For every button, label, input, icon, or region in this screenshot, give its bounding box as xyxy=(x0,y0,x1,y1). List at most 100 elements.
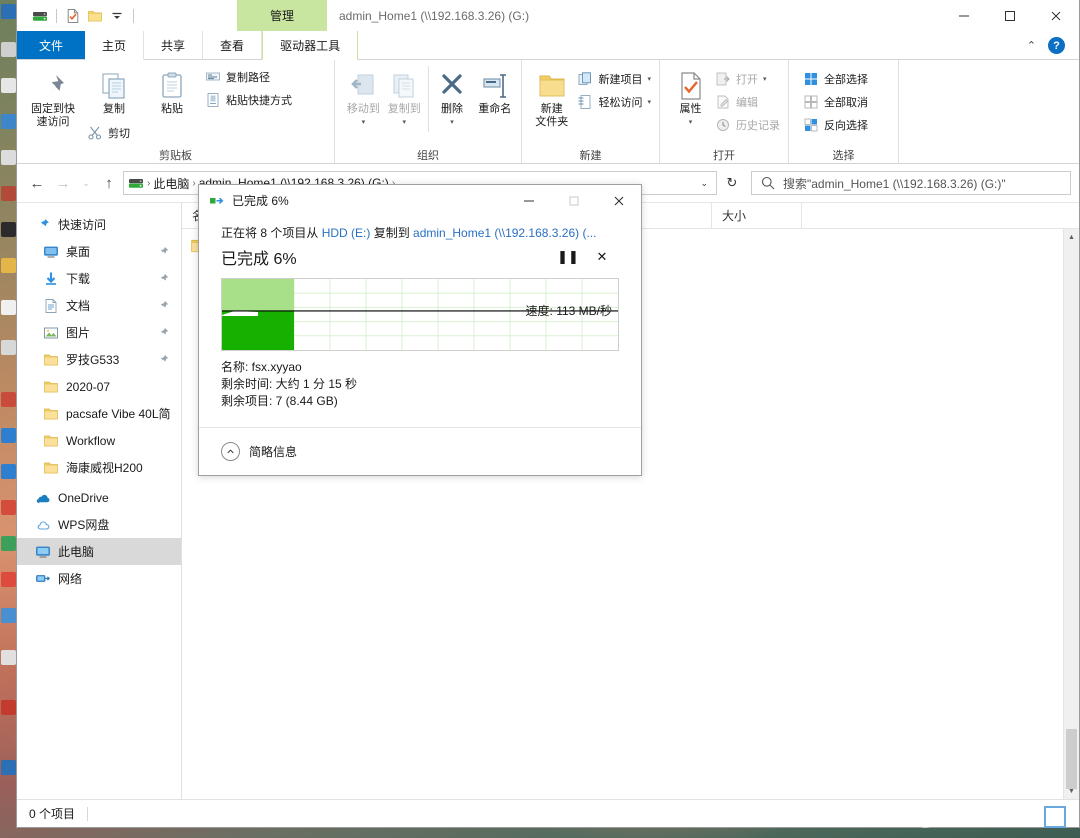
pin-icon[interactable] xyxy=(155,325,171,341)
desktop-icon[interactable] xyxy=(1,536,16,551)
sidebar-item-onedrive[interactable]: OneDrive xyxy=(17,484,181,511)
properties-button[interactable]: 属性 ▾ xyxy=(670,66,711,132)
cancel-button[interactable]: ✕ xyxy=(585,244,619,270)
search-input[interactable]: 搜索"admin_Home1 (\\192.168.3.26) (G:)" xyxy=(751,171,1071,195)
sidebar-item-quick-access[interactable]: 快速访问 xyxy=(17,211,181,238)
copy-to-button[interactable]: 复制到 ▾ xyxy=(384,66,425,132)
qat-drive-icon[interactable] xyxy=(29,5,51,27)
scroll-down-arrow[interactable]: ▼ xyxy=(1064,783,1079,799)
desktop-icon[interactable] xyxy=(1,608,16,623)
breadcrumb-dropdown-icon[interactable]: ⌄ xyxy=(696,178,712,189)
sidebar-item-folder-hikvision[interactable]: 海康威视H200 xyxy=(17,454,181,481)
pin-icon[interactable] xyxy=(155,244,171,260)
copy-path-button[interactable]: 复制路径 xyxy=(201,66,296,88)
desktop-icon[interactable] xyxy=(1,428,16,443)
sidebar-item-network[interactable]: 网络 xyxy=(17,565,181,592)
breadcrumb-separator[interactable]: › xyxy=(147,178,150,189)
desktop-icon[interactable] xyxy=(1,42,16,57)
easy-access-button[interactable]: 轻松访问 ▾ xyxy=(573,91,655,113)
rename-button[interactable]: 重命名 xyxy=(472,66,517,119)
qat-properties-icon[interactable] xyxy=(62,5,84,27)
delete-caret-icon[interactable]: ▾ xyxy=(450,116,454,129)
qat-new-folder-icon[interactable] xyxy=(84,5,106,27)
edit-button[interactable]: 编辑 xyxy=(711,91,784,113)
desktop-icon[interactable] xyxy=(1,150,16,165)
move-to-button[interactable]: 移动到 ▾ xyxy=(343,66,384,132)
back-button[interactable]: ← xyxy=(25,170,49,196)
desktop-icon[interactable] xyxy=(1,4,16,19)
sidebar-item-wps-cloud[interactable]: WPS网盘 xyxy=(17,511,181,538)
delete-button[interactable]: 删除 ▾ xyxy=(432,66,473,132)
new-item-button[interactable]: 新建项目 ▾ xyxy=(573,68,655,90)
forward-button[interactable]: → xyxy=(51,170,75,196)
refresh-button[interactable]: ↻ xyxy=(719,171,745,195)
desktop-icon[interactable] xyxy=(1,300,16,315)
dialog-maximize-button[interactable] xyxy=(551,185,596,216)
tab-home[interactable]: 主页 xyxy=(85,31,144,60)
chevron-up-circle-icon[interactable] xyxy=(221,442,240,461)
sidebar-item-downloads[interactable]: 下载 xyxy=(17,265,181,292)
pin-to-quick-access-button[interactable]: 固定到快 速访问 xyxy=(21,66,85,132)
desktop-icon[interactable] xyxy=(1,222,16,237)
desktop-icon[interactable] xyxy=(1,78,16,93)
sidebar-item-documents[interactable]: 文档 xyxy=(17,292,181,319)
sidebar-item-folder-workflow[interactable]: Workflow xyxy=(17,427,181,454)
new-folder-button[interactable]: 新建 文件夹 xyxy=(530,66,573,132)
pin-icon[interactable] xyxy=(155,271,171,287)
history-button[interactable]: 历史记录 xyxy=(711,114,784,136)
desktop-icon[interactable] xyxy=(1,464,16,479)
copy-button[interactable]: 复制 xyxy=(85,66,143,119)
breadcrumb-separator-2[interactable]: › xyxy=(192,178,195,189)
sidebar-item-folder-logitech[interactable]: 罗技G533 xyxy=(17,346,181,373)
scrollbar-thumb[interactable] xyxy=(1066,729,1077,789)
desktop-icon[interactable] xyxy=(1,258,16,273)
breadcrumb-item-this-pc[interactable]: 此电脑 xyxy=(153,175,189,192)
pin-icon[interactable] xyxy=(155,298,171,314)
recent-locations-button[interactable]: ⌄ xyxy=(77,170,95,196)
new-item-caret-icon[interactable]: ▾ xyxy=(647,75,651,83)
operation-destination-link[interactable]: admin_Home1 (\\192.168.3.26) (... xyxy=(413,226,596,240)
vertical-scrollbar[interactable]: ▲ ▼ xyxy=(1063,229,1079,799)
tab-file[interactable]: 文件 xyxy=(17,31,85,59)
tab-share[interactable]: 共享 xyxy=(144,31,203,59)
cut-button[interactable]: 剪切 xyxy=(83,122,296,144)
collapse-ribbon-button[interactable]: ⌃ xyxy=(1027,39,1036,52)
desktop-icon[interactable] xyxy=(1,650,16,665)
select-none-button[interactable]: 全部取消 xyxy=(799,91,872,113)
pause-button[interactable]: ❚❚ xyxy=(551,244,585,270)
scroll-up-arrow[interactable]: ▲ xyxy=(1064,229,1079,245)
open-button[interactable]: 打开 ▾ xyxy=(711,68,784,90)
move-to-caret-icon[interactable]: ▾ xyxy=(362,116,366,129)
desktop-icon[interactable] xyxy=(1,392,16,407)
desktop-icon[interactable] xyxy=(1,700,16,715)
invert-selection-button[interactable]: 反向选择 xyxy=(799,114,872,136)
qat-customize-dropdown-icon[interactable] xyxy=(106,5,128,27)
sidebar-item-folder-2020-07[interactable]: 2020-07 xyxy=(17,373,181,400)
dialog-minimize-button[interactable] xyxy=(506,185,551,216)
maximize-button[interactable] xyxy=(987,0,1033,31)
desktop-icon[interactable] xyxy=(1,186,16,201)
desktop-icon[interactable] xyxy=(1,114,16,129)
sidebar-item-desktop[interactable]: 桌面 xyxy=(17,238,181,265)
copy-to-caret-icon[interactable]: ▾ xyxy=(403,116,407,129)
easy-access-caret-icon[interactable]: ▾ xyxy=(647,98,651,106)
sidebar-item-pictures[interactable]: 图片 xyxy=(17,319,181,346)
up-button[interactable]: ↑ xyxy=(97,170,121,196)
desktop-icon[interactable] xyxy=(1,572,16,587)
tab-view[interactable]: 查看 xyxy=(203,31,262,59)
column-header-size[interactable]: 大小 xyxy=(712,203,802,229)
paste-button[interactable]: 粘贴 xyxy=(143,66,201,116)
open-caret-icon[interactable]: ▾ xyxy=(763,75,767,83)
paste-shortcut-button[interactable]: 粘贴快捷方式 xyxy=(201,89,296,111)
select-all-button[interactable]: 全部选择 xyxy=(799,68,872,90)
desktop-icon[interactable] xyxy=(1,760,16,775)
close-button[interactable] xyxy=(1033,0,1079,31)
properties-caret-icon[interactable]: ▾ xyxy=(689,116,693,129)
sidebar-item-folder-pacsafe[interactable]: pacsafe Vibe 40L简 xyxy=(17,400,181,427)
help-button[interactable]: ? xyxy=(1048,37,1065,54)
pin-icon[interactable] xyxy=(155,352,171,368)
tab-drive-tools[interactable]: 驱动器工具 xyxy=(262,31,358,60)
desktop-icon[interactable] xyxy=(1,340,16,355)
operation-source-link[interactable]: HDD (E:) xyxy=(322,226,371,240)
desktop-icon[interactable] xyxy=(1,500,16,515)
